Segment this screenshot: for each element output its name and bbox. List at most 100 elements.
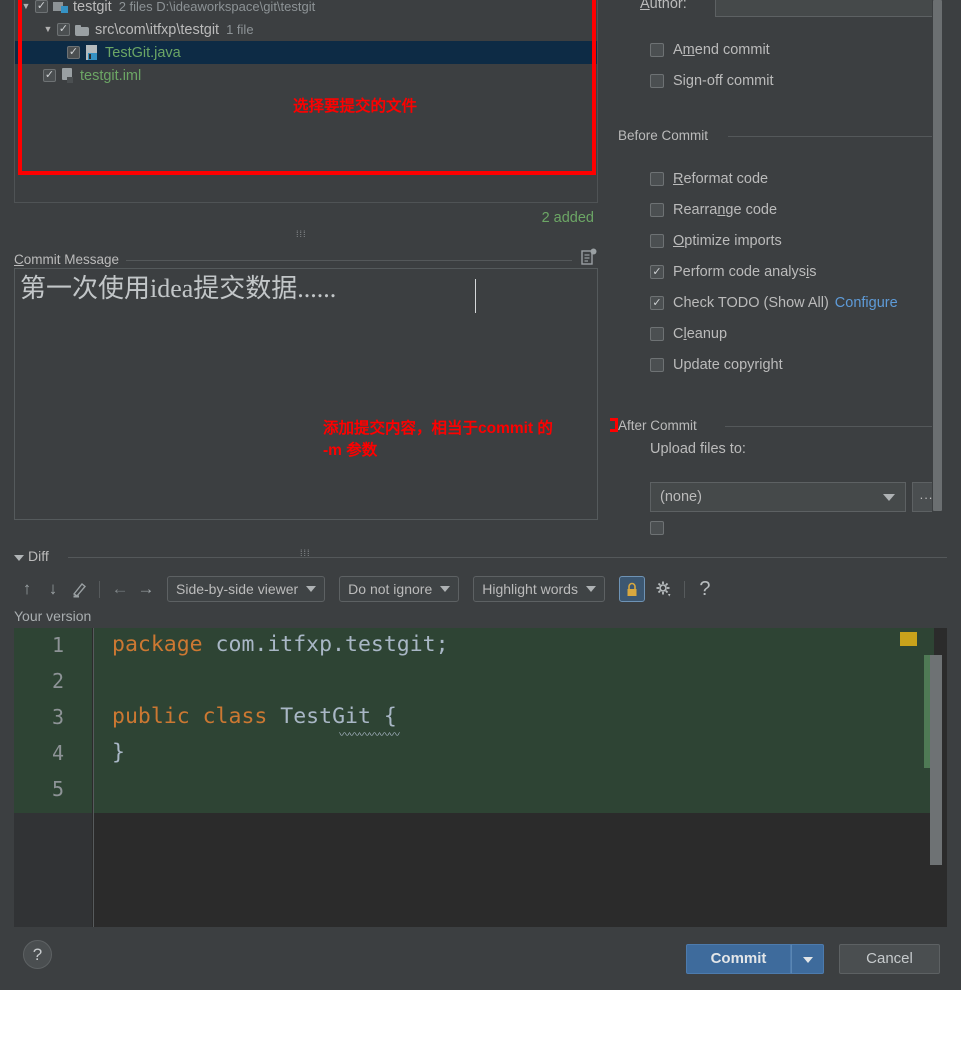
diff-toolbar: ↑ ↓ ← → Side-by-side viewer Do not ignor… xyxy=(14,576,947,602)
commit-history-icon[interactable] xyxy=(580,248,598,266)
line-number: 2 xyxy=(51,669,64,693)
collapse-caret-icon[interactable] xyxy=(14,555,24,561)
diff-section-header[interactable]: Diff xyxy=(14,548,947,566)
diff-divider xyxy=(68,557,947,558)
code-token-keyword: package xyxy=(112,632,203,657)
line-number: 4 xyxy=(51,741,64,765)
ignore-mode-dropdown[interactable]: Do not ignore xyxy=(339,576,460,602)
commit-message-value: 第一次使用idea提交数据...... xyxy=(20,274,337,303)
upload-target-value: (none) xyxy=(660,489,702,505)
code-line: package com.itfxp.testgit; xyxy=(112,632,449,657)
code-token-keyword: public class xyxy=(112,704,268,729)
tree-checkbox[interactable]: ✓ xyxy=(57,23,70,36)
dialog-help-button[interactable]: ? xyxy=(23,940,52,969)
commit-changes-dialog: ▼ ✓ testgit 2 files D:\ideaworkspace\git… xyxy=(0,0,961,990)
splitter-grip[interactable]: ⁞⁞⁞ xyxy=(296,230,307,239)
tree-item-sublabel: 1 file xyxy=(226,22,254,37)
annotation-text-message: 添加提交内容，相当于commit 的 -m 参数 xyxy=(323,418,553,461)
commit-message-input[interactable]: 第一次使用idea提交数据...... xyxy=(14,268,598,520)
toolbar-separator xyxy=(683,580,685,598)
options-scrollbar-thumb[interactable] xyxy=(933,0,942,511)
before-commit-group-title: Before Commit xyxy=(618,128,715,143)
text-caret xyxy=(475,279,476,313)
your-version-label: Your version xyxy=(14,608,92,624)
accept-left-icon[interactable]: ← xyxy=(107,577,133,601)
author-field[interactable] xyxy=(715,0,934,17)
checkbox-label: Rearrange code xyxy=(673,202,778,218)
upload-files-label: Upload files to: xyxy=(650,441,746,457)
tree-row-selected[interactable]: ✓ TestGit.java xyxy=(15,41,597,64)
line-number: 3 xyxy=(51,705,64,729)
editor-scrollbar-thumb[interactable] xyxy=(930,655,942,865)
checkbox-box[interactable]: ✓ xyxy=(650,265,664,279)
tree-row[interactable]: ✓ testgit.iml xyxy=(15,64,597,87)
inspection-squiggle: 〰〰〰〰〰〰 xyxy=(339,728,400,741)
amend-commit-checkbox[interactable]: Amend commit xyxy=(650,42,770,58)
tree-twisty-icon[interactable]: ▼ xyxy=(17,2,35,11)
error-stripe-marker[interactable] xyxy=(900,632,917,646)
line-number: 1 xyxy=(51,633,64,657)
cleanup-checkbox[interactable]: Cleanup xyxy=(650,326,727,342)
checkbox-box[interactable] xyxy=(650,358,664,372)
configure-link[interactable]: Configure xyxy=(835,295,898,311)
checkbox-box[interactable] xyxy=(650,327,664,341)
checkbox-label: Optimize imports xyxy=(673,233,782,249)
upload-target-dropdown[interactable]: (none) xyxy=(650,482,906,512)
checkbox-box[interactable] xyxy=(650,203,664,217)
annotation-line-1: 添加提交内容，相当于commit 的 xyxy=(323,420,553,437)
viewer-mode-value: Side-by-side viewer xyxy=(176,581,299,597)
chevron-down-icon xyxy=(440,586,451,592)
lock-icon[interactable] xyxy=(618,576,645,602)
highlight-mode-dropdown[interactable]: Highlight words xyxy=(473,576,605,602)
cancel-button[interactable]: Cancel xyxy=(839,944,940,974)
diff-section-title: Diff xyxy=(28,548,49,564)
checkbox-label: Amend commit xyxy=(673,42,770,58)
edit-icon[interactable] xyxy=(66,577,92,601)
rearrange-code-checkbox[interactable]: Rearrange code xyxy=(650,202,777,218)
tree-row[interactable]: ▼ ✓ src\com\itfxp\testgit 1 file xyxy=(15,18,597,41)
checkbox-box[interactable] xyxy=(650,172,664,186)
update-copyright-checkbox[interactable]: Update copyright xyxy=(650,357,783,373)
after-commit-extra-checkbox[interactable] xyxy=(650,521,664,535)
checkbox-box[interactable] xyxy=(650,74,664,88)
toolbar-separator xyxy=(99,580,100,598)
accept-right-icon[interactable]: → xyxy=(133,577,159,601)
commit-options-panel: Author: Amend commit Sign-off commit Bef… xyxy=(610,0,961,540)
check-todo-checkbox[interactable]: ✓ Check TODO (Show All) Configure xyxy=(650,295,898,311)
added-count-label: 2 added xyxy=(541,210,594,226)
reformat-code-checkbox[interactable]: Reformat code xyxy=(650,171,768,187)
tree-checkbox[interactable]: ✓ xyxy=(67,46,80,59)
ignore-mode-value: Do not ignore xyxy=(348,581,433,597)
checkbox-box[interactable] xyxy=(650,43,664,57)
next-difference-icon[interactable]: ↓ xyxy=(40,577,66,601)
commit-dropdown-button[interactable] xyxy=(791,944,824,974)
checkbox-box[interactable] xyxy=(650,234,664,248)
chevron-down-icon xyxy=(803,957,813,963)
diff-editor[interactable]: 1 2 3 4 5 package com.itfxp.testgit; pub… xyxy=(14,628,947,927)
commit-message-header: Commit Message xyxy=(14,248,598,268)
line-number: 5 xyxy=(51,777,64,801)
commit-message-title: Commit Message xyxy=(14,252,126,267)
perform-code-analysis-checkbox[interactable]: ✓ Perform code analysis xyxy=(650,264,816,280)
help-icon[interactable]: ? xyxy=(692,577,718,601)
annotation-rectangle-edge xyxy=(610,418,618,432)
folder-icon xyxy=(75,24,90,36)
after-commit-group-title: After Commit xyxy=(618,418,703,433)
viewer-mode-dropdown[interactable]: Side-by-side viewer xyxy=(167,576,326,602)
tree-twisty-icon[interactable]: ▼ xyxy=(39,25,57,34)
tree-row[interactable]: ▼ ✓ testgit 2 files D:\ideaworkspace\git… xyxy=(15,0,597,18)
module-icon xyxy=(53,0,68,13)
optimize-imports-checkbox[interactable]: Optimize imports xyxy=(650,233,782,249)
tree-checkbox[interactable]: ✓ xyxy=(35,0,48,13)
checkbox-box[interactable]: ✓ xyxy=(650,296,664,310)
gutter-separator xyxy=(93,628,94,927)
previous-difference-icon[interactable]: ↑ xyxy=(14,577,40,601)
gear-icon[interactable] xyxy=(651,577,677,601)
tree-checkbox[interactable]: ✓ xyxy=(43,69,56,82)
checkbox-label: Update copyright xyxy=(673,357,783,373)
annotation-line-2: -m 参数 xyxy=(323,441,378,459)
code-token-plain: } xyxy=(112,740,125,765)
highlight-mode-value: Highlight words xyxy=(482,581,578,597)
commit-button[interactable]: Commit xyxy=(686,944,791,974)
signoff-commit-checkbox[interactable]: Sign-off commit xyxy=(650,73,774,89)
